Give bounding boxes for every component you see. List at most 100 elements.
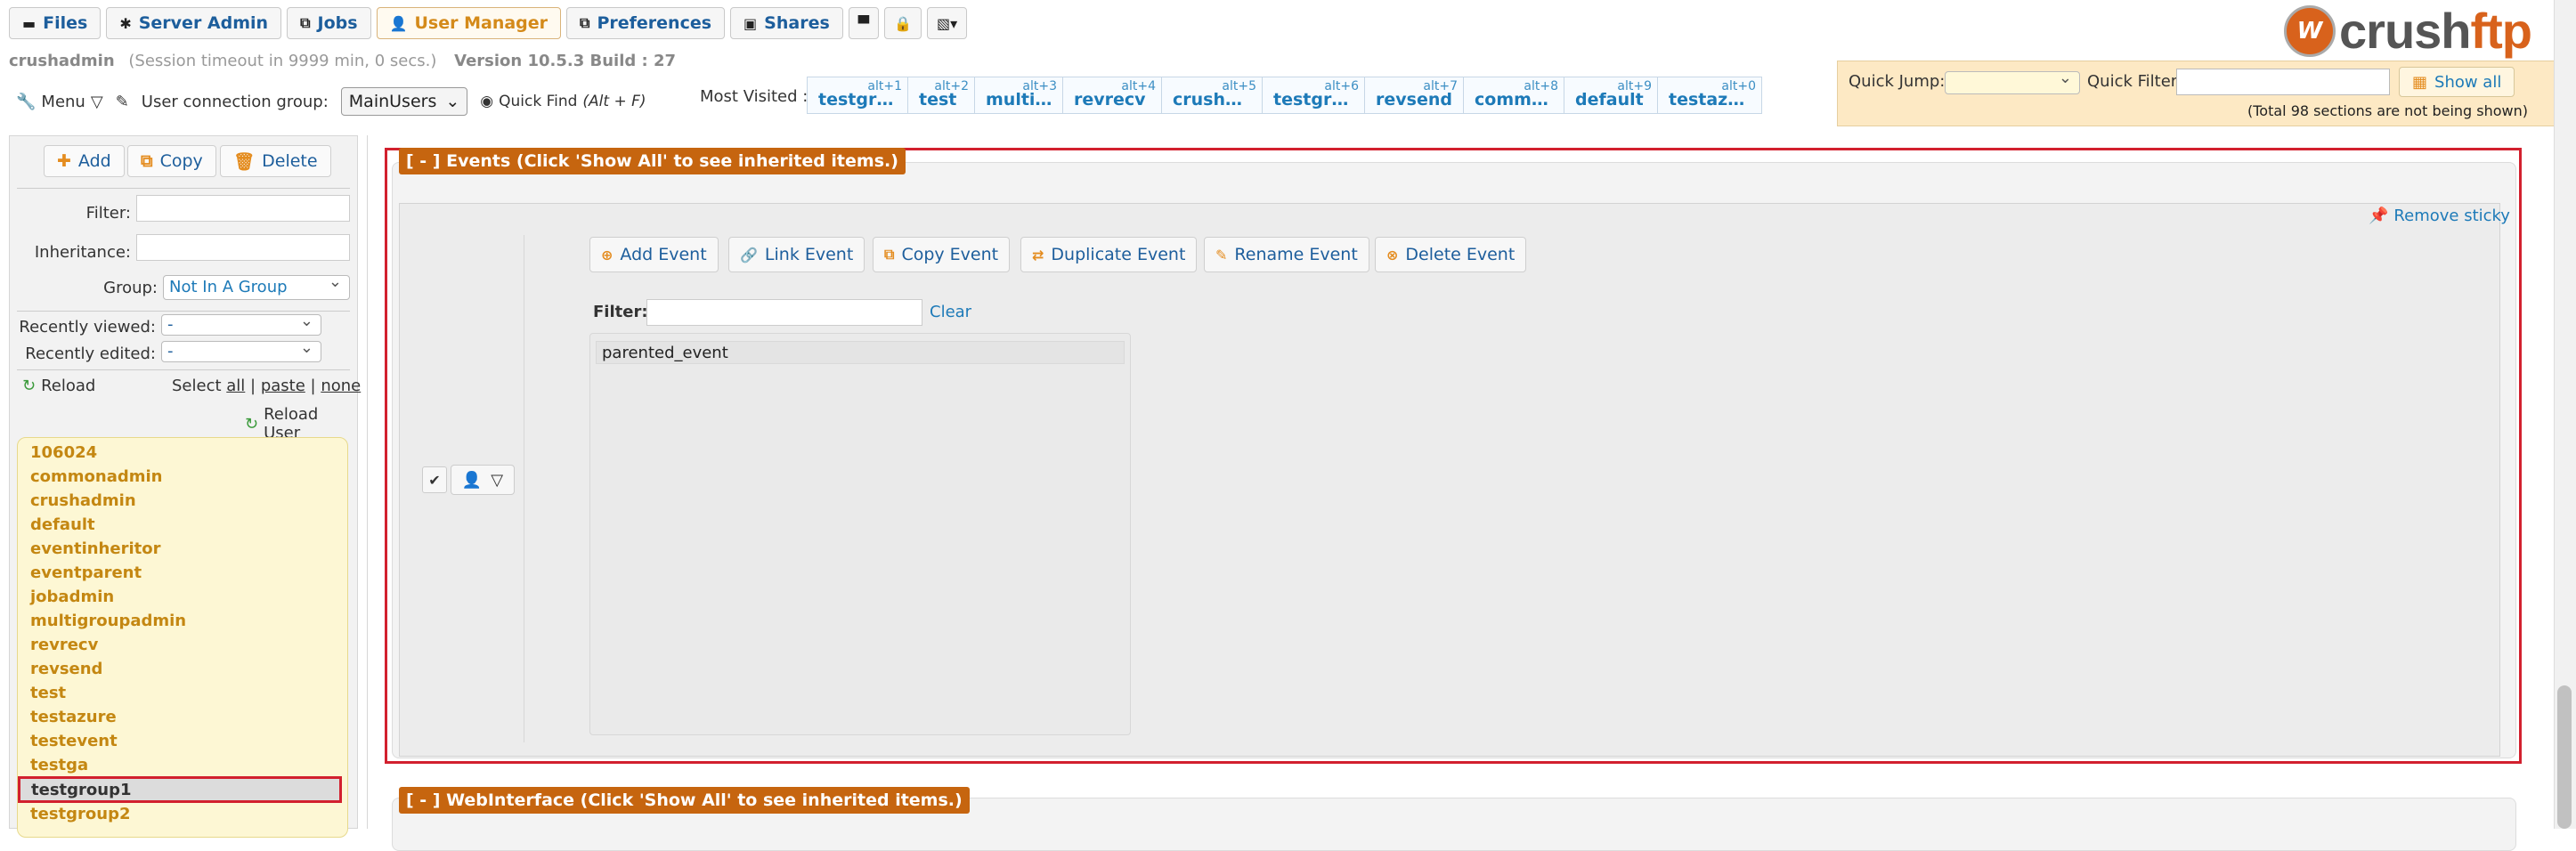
hidden-sections-note: (Total 98 sections are not being shown) <box>2247 102 2528 119</box>
reload-button[interactable]: ↻ Reload <box>22 377 95 395</box>
group-select[interactable]: Not In A Group <box>163 272 350 300</box>
tab-server-admin[interactable]: ✱ Server Admin <box>106 7 282 39</box>
user-icon: 👤 <box>461 470 483 490</box>
quick-jump-select[interactable] <box>1945 69 2080 94</box>
most-visited-item[interactable]: alt+7 revsend <box>1364 77 1464 114</box>
delete-user-button[interactable]: 🗑 Delete <box>220 145 331 177</box>
image-menu-button[interactable]: ▧▾ <box>927 7 968 39</box>
user-connection-group-select[interactable]: MainUsers ⌄ <box>340 87 468 116</box>
list-item[interactable]: revrecv <box>30 636 98 654</box>
show-all-button[interactable]: ▦ Show all <box>2399 67 2515 97</box>
quick-jump-label: Quick Jump: <box>1849 72 1946 91</box>
chevron-down-icon: ▽ <box>90 92 103 111</box>
remove-sticky-button[interactable]: 📌 Remove sticky <box>2369 207 2510 225</box>
list-item[interactable]: commonadmin <box>30 467 163 486</box>
shares-icon: ▣ <box>744 14 758 32</box>
copy-icon: ⧉ <box>884 246 895 263</box>
logo-emblem-icon: W <box>2284 4 2336 57</box>
most-visited-label: Most Visited : <box>700 87 809 106</box>
duplicate-icon: ⇄ <box>1032 246 1044 263</box>
most-visited-item[interactable]: alt+3 multi… <box>974 77 1063 114</box>
most-visited-item[interactable]: alt+0 testaz… <box>1657 77 1762 114</box>
pin-icon: 📌 <box>2369 207 2389 225</box>
list-item[interactable]: testevent <box>30 732 118 750</box>
plus-circle-icon: ⊕ <box>601 246 614 263</box>
monitor-button[interactable]: ▀ <box>848 7 880 39</box>
link-event-button[interactable]: 🔗 Link Event <box>728 237 865 272</box>
refresh-icon: ↻ <box>22 377 37 395</box>
paste-link[interactable]: paste <box>261 377 305 395</box>
group-label: User connection group: <box>141 92 329 111</box>
gear-icon: ✱ <box>119 14 132 32</box>
most-visited-item[interactable]: alt+1 testgr… <box>807 77 908 114</box>
list-item[interactable]: default <box>30 515 95 534</box>
user-picker-button[interactable]: 👤 ▽ <box>451 465 515 495</box>
select-controls: Select all | paste | none <box>172 377 362 395</box>
delete-event-button[interactable]: ⊗ Delete Event <box>1375 237 1527 272</box>
list-item[interactable]: eventinheritor <box>30 539 160 558</box>
add-event-button[interactable]: ⊕ Add Event <box>589 237 719 272</box>
copy-user-button[interactable]: ⧉ Copy <box>127 145 216 177</box>
tab-jobs[interactable]: ⧉ Jobs <box>287 7 371 39</box>
filter-label: Filter: <box>85 204 131 223</box>
copy-event-button[interactable]: ⧉ Copy Event <box>873 237 1011 272</box>
search-icon: ◉ <box>480 93 494 110</box>
group-label: Group: <box>103 279 158 297</box>
check-button[interactable]: ✔ <box>422 466 447 493</box>
pencil-icon: ✎ <box>1215 246 1228 263</box>
list-item[interactable]: testga <box>30 756 88 774</box>
recently-edited-select[interactable]: - <box>161 338 321 362</box>
select-all-link[interactable]: all <box>226 377 245 395</box>
grid-icon: ▦ <box>2412 72 2428 92</box>
inheritance-input[interactable] <box>136 234 350 261</box>
list-item[interactable]: testgroup2 <box>30 805 130 823</box>
user-list: 106024 commonadmin crushadmin default ev… <box>17 437 348 838</box>
tab-preferences[interactable]: ⧉ Preferences <box>566 7 726 39</box>
list-item-selected[interactable]: testgroup1 <box>18 776 342 803</box>
image-icon: ▧▾ <box>937 14 958 32</box>
lock-icon: 🔒 <box>894 14 913 32</box>
event-list: parented_event <box>589 333 1131 735</box>
quick-find-button[interactable]: ◉ Quick Find (Alt + F) <box>480 93 646 110</box>
user-filter-input[interactable] <box>136 195 350 222</box>
recently-viewed-select[interactable]: - <box>161 312 321 336</box>
lock-button[interactable]: 🔒 <box>884 7 922 39</box>
event-filter-input[interactable] <box>646 299 922 326</box>
tab-shares[interactable]: ▣ Shares <box>730 7 843 39</box>
most-visited-item[interactable]: alt+4 revrecv <box>1062 77 1162 114</box>
list-item[interactable]: test <box>30 684 66 702</box>
most-visited-item[interactable]: alt+6 testgr… <box>1262 77 1365 114</box>
list-item[interactable]: multigroupadmin <box>30 612 186 630</box>
delete-icon: ⊗ <box>1386 246 1399 263</box>
rename-event-button[interactable]: ✎ Rename Event <box>1204 237 1369 272</box>
duplicate-event-button[interactable]: ⇄ Duplicate Event <box>1020 237 1198 272</box>
quick-filter-input[interactable] <box>2176 69 2390 95</box>
add-user-button[interactable]: ✚ Add <box>44 145 125 177</box>
list-item[interactable]: crushadmin <box>30 491 136 510</box>
menu-button[interactable]: 🔧 Menu ▽ <box>16 93 103 111</box>
most-visited-item[interactable]: alt+5 crush… <box>1161 77 1263 114</box>
list-item[interactable]: testazure <box>30 708 117 726</box>
most-visited-item[interactable]: alt+9 default <box>1564 77 1658 114</box>
tab-files[interactable]: ▬ Files <box>9 7 102 39</box>
tab-user-manager[interactable]: 👤 User Manager <box>376 7 562 39</box>
select-none-link[interactable]: none <box>321 377 361 395</box>
inheritance-label: Inheritance: <box>34 243 131 262</box>
list-item[interactable]: eventparent <box>30 563 142 582</box>
divider <box>17 188 350 189</box>
most-visited-item[interactable]: alt+8 comm… <box>1463 77 1564 114</box>
list-item[interactable]: jobadmin <box>30 588 114 606</box>
list-item[interactable]: 106024 <box>30 443 97 462</box>
events-section-header[interactable]: [ - ] Events (Click 'Show All' to see in… <box>399 148 906 174</box>
list-item[interactable]: revsend <box>30 660 102 678</box>
clear-filter-link[interactable]: Clear <box>930 303 971 321</box>
copy-icon: ⧉ <box>141 151 153 171</box>
link-icon: 🔗 <box>740 246 758 263</box>
top-nav: ▬ Files ✱ Server Admin ⧉ Jobs 👤 User Manager… <box>9 7 968 39</box>
webinterface-section-header[interactable]: [ - ] WebInterface (Click 'Show All' to … <box>399 787 970 814</box>
most-visited-item[interactable]: alt+2 test <box>907 77 975 114</box>
checkmark-icon: ✔ <box>428 471 441 489</box>
scrollbar-thumb[interactable] <box>2557 685 2572 829</box>
list-item[interactable]: parented_event <box>596 341 1125 364</box>
chevron-down-icon: ⌄ <box>445 92 460 111</box>
